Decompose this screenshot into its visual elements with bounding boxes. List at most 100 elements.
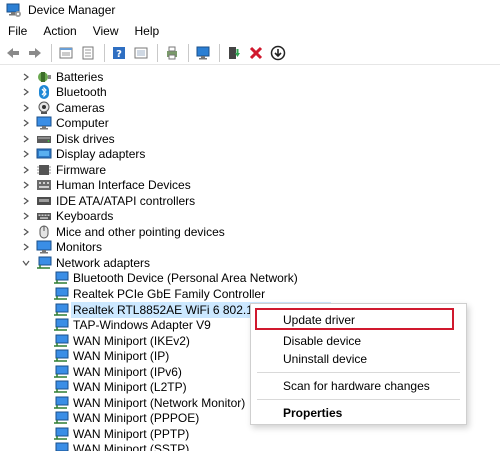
network-adapter-item[interactable]: WAN Miniport (PPTP) (53, 426, 189, 442)
firmware-icon (36, 163, 52, 177)
network-adapter-label: WAN Miniport (IPv6) (73, 365, 182, 379)
menu-view[interactable]: View (85, 24, 127, 38)
network-adapter-label: Bluetooth Device (Personal Area Network) (73, 271, 298, 285)
network-adapter-item[interactable]: WAN Miniport (SSTP) (53, 441, 189, 451)
toolbar-separator (219, 43, 220, 62)
network-adapter-icon (53, 287, 69, 301)
tree-item-keyboards[interactable]: Keyboards (22, 208, 113, 224)
network-adapter-label: WAN Miniport (L2TP) (73, 380, 187, 394)
network-adapter-icon (53, 442, 69, 451)
uninstall-icon[interactable] (246, 43, 266, 63)
title-bar: Device Manager (0, 0, 500, 20)
menu-help[interactable]: Help (127, 24, 168, 38)
network-adapter-icon (53, 271, 69, 285)
tree-item-label: Computer (56, 116, 109, 130)
chevron-right-icon[interactable] (22, 243, 30, 251)
forward-arrow-icon[interactable] (25, 43, 45, 63)
chevron-right-icon[interactable] (22, 166, 30, 174)
menu-bar: File Action View Help (0, 22, 167, 40)
chevron-right-icon[interactable] (22, 88, 30, 96)
chevron-right-icon[interactable] (22, 181, 30, 189)
network-adapter-icon (53, 365, 69, 379)
chevron-right-icon[interactable] (22, 228, 30, 236)
network-adapter-label: WAN Miniport (PPTP) (73, 427, 190, 441)
tree-item-label: Display adapters (56, 147, 146, 161)
chevron-right-icon[interactable] (22, 73, 30, 81)
chevron-right-icon[interactable] (22, 119, 30, 127)
chevron-right-icon[interactable] (22, 212, 30, 220)
tree-item-bluetooth[interactable]: Bluetooth (22, 84, 107, 100)
back-arrow-icon[interactable] (3, 43, 23, 63)
network-adapter-icon (53, 396, 69, 410)
network-adapter-icon (53, 411, 69, 425)
network-adapter-item[interactable]: WAN Miniport (IKEv2) (53, 333, 190, 349)
scan-hardware-menu-item[interactable]: Scan for hardware changes (283, 379, 430, 393)
properties-menu-item[interactable]: Properties (283, 406, 342, 420)
network-adapter-icon (53, 303, 69, 317)
network-adapter-label: TAP-Windows Adapter V9 (73, 318, 211, 332)
tree-item-disk-drives[interactable]: Disk drives (22, 131, 115, 147)
monitor-icon[interactable] (193, 43, 213, 63)
hid-icon (36, 178, 52, 192)
chevron-right-icon[interactable] (22, 135, 30, 143)
chevron-right-icon[interactable] (22, 150, 30, 158)
action-icon[interactable] (131, 43, 151, 63)
network-adapter-item[interactable]: WAN Miniport (IPv6) (53, 364, 182, 380)
context-menu: Update driver Disable device Uninstall d… (250, 303, 467, 425)
disable-device-menu-item[interactable]: Disable device (283, 334, 361, 348)
update-driver-icon[interactable] (224, 43, 244, 63)
network-adapter-item[interactable]: WAN Miniport (IP) (53, 348, 169, 364)
disk-drive-icon (36, 132, 52, 146)
details-icon[interactable] (78, 43, 98, 63)
network-adapter-item[interactable]: Bluetooth Device (Personal Area Network) (53, 270, 298, 286)
toolbar: ? (0, 41, 500, 65)
device-manager-icon (6, 2, 22, 18)
ide-controller-icon (36, 194, 52, 208)
chevron-down-icon[interactable] (22, 259, 30, 267)
download-icon[interactable] (268, 43, 288, 63)
display-adapter-icon (36, 147, 52, 161)
network-adapter-item[interactable]: TAP-Windows Adapter V9 (53, 317, 211, 333)
network-adapter-icon (53, 380, 69, 394)
uninstall-device-menu-item[interactable]: Uninstall device (283, 352, 367, 366)
tree-item-mice[interactable]: Mice and other pointing devices (22, 224, 225, 240)
camera-icon (36, 101, 52, 115)
network-adapter-item[interactable]: WAN Miniport (L2TP) (53, 379, 187, 395)
menu-separator (257, 399, 460, 400)
tree-item-label: Mice and other pointing devices (56, 225, 225, 239)
network-adapter-icon (53, 334, 69, 348)
network-adapter-label: WAN Miniport (Network Monitor) (73, 396, 246, 410)
network-adapter-label: WAN Miniport (IP) (73, 349, 170, 363)
menu-action[interactable]: Action (35, 24, 84, 38)
tree-item-label: Firmware (56, 163, 106, 177)
tree-item-display-adapters[interactable]: Display adapters (22, 146, 145, 162)
tree-item-network-adapters[interactable]: Network adapters (22, 255, 150, 271)
tree-item-label: Keyboards (56, 209, 114, 223)
properties-icon[interactable] (56, 43, 76, 63)
network-adapter-item[interactable]: WAN Miniport (Network Monitor) (53, 395, 245, 411)
chevron-right-icon[interactable] (22, 197, 30, 205)
tree-item-ide-ata-atapi[interactable]: IDE ATA/ATAPI controllers (22, 193, 195, 209)
network-adapter-item[interactable]: Realtek PCIe GbE Family Controller (53, 286, 265, 302)
svg-text:?: ? (116, 49, 122, 60)
print-icon[interactable] (162, 43, 182, 63)
tree-item-label: IDE ATA/ATAPI controllers (56, 194, 196, 208)
menu-separator (257, 372, 460, 373)
network-adapter-label: WAN Miniport (IKEv2) (73, 334, 190, 348)
tree-item-label: Monitors (56, 240, 103, 254)
toolbar-separator (157, 43, 158, 62)
window-title: Device Manager (28, 3, 116, 17)
network-adapter-item[interactable]: WAN Miniport (PPPOE) (53, 410, 199, 426)
tree-item-cameras[interactable]: Cameras (22, 100, 105, 116)
tree-item-label: Batteries (56, 70, 104, 84)
help-icon[interactable]: ? (109, 43, 129, 63)
bluetooth-icon (36, 85, 52, 99)
tree-item-firmware[interactable]: Firmware (22, 162, 106, 178)
tree-item-monitors[interactable]: Monitors (22, 239, 102, 255)
tree-item-human-interface-devices[interactable]: Human Interface Devices (22, 177, 191, 193)
tree-item-batteries[interactable]: Batteries (22, 69, 103, 85)
chevron-right-icon[interactable] (22, 104, 30, 112)
tree-item-computer[interactable]: Computer (22, 115, 109, 131)
update-driver-menu-item[interactable]: Update driver (283, 313, 355, 327)
menu-file[interactable]: File (0, 24, 35, 38)
